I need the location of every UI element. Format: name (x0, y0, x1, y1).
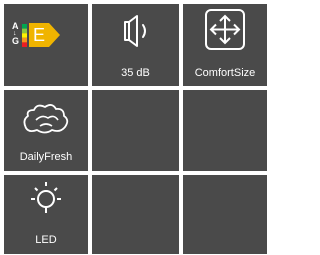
energy-class-letter: E (33, 25, 46, 45)
led-light-tile: LED (4, 175, 88, 254)
comfort-size-tile: ComfortSize (183, 4, 267, 86)
led-label: LED (35, 234, 57, 246)
empty-tile (183, 90, 267, 171)
energy-class-tile: A ↓ G E (4, 4, 88, 86)
empty-tile (92, 175, 179, 254)
energy-scale-bottom: G (12, 36, 20, 46)
daily-fresh-tile: DailyFresh (4, 90, 88, 171)
noise-level-tile: 35 dB (92, 4, 179, 86)
empty-tile (92, 90, 179, 171)
empty-tile (183, 175, 267, 254)
daily-fresh-label: DailyFresh (19, 151, 73, 163)
comfort-size-label: ComfortSize (194, 67, 256, 79)
noise-level-label: 35 dB (121, 67, 150, 79)
